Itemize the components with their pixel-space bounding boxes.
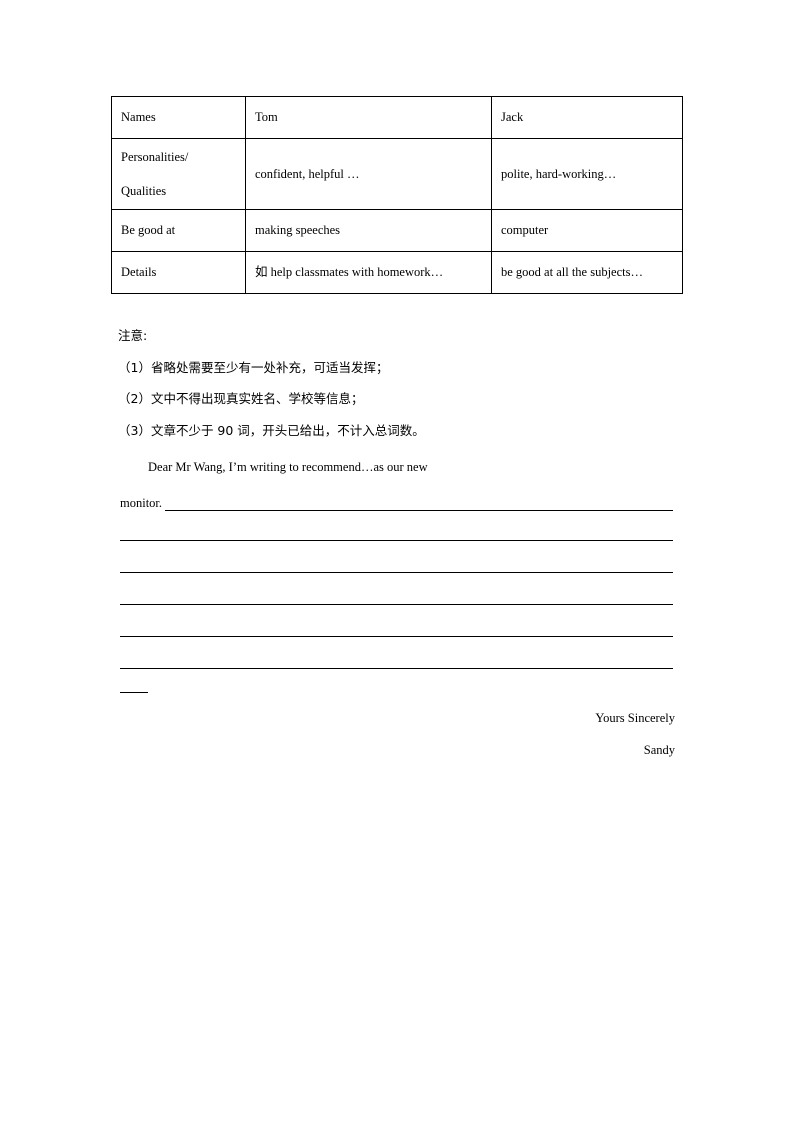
table-cell-tom-details: 如 help classmates with homework…: [245, 251, 492, 294]
writing-line-2: [120, 540, 673, 541]
table-cell-tom-qualities: confident, helpful …: [245, 138, 492, 210]
table-row: Details 如 help classmates with homework……: [111, 251, 683, 294]
table-cell-label-begoodat: Be good at: [111, 209, 246, 252]
label-qualities-line2: Qualities: [121, 183, 167, 198]
table-cell-tom-names: Tom: [245, 96, 492, 139]
table-cell-jack-qualities: polite, hard-working…: [491, 138, 683, 210]
table-cell-jack-begoodat: computer: [491, 209, 683, 252]
table-row: Names Tom Jack: [111, 96, 683, 139]
table-cell-label-qualities: Personalities/ Qualities: [111, 138, 246, 210]
signature-block: Yours Sincerely Sandy: [400, 712, 675, 756]
table-cell-tom-begoodat: making speeches: [245, 209, 492, 252]
table-cell-jack-names: Jack: [491, 96, 683, 139]
student-info-table: Names Tom Jack Personalities/ Qualities …: [111, 96, 683, 294]
table-cell-label-names: Names: [111, 96, 246, 139]
note-item-2: （2）文中不得出现真实姓名、学校等信息；: [118, 391, 364, 406]
writing-line-1: [165, 510, 673, 511]
table-cell-jack-details: be good at all the subjects…: [491, 251, 683, 294]
table-row: Personalities/ Qualities confident, help…: [111, 138, 683, 210]
letter-closing: Yours Sincerely: [595, 711, 675, 725]
letter-signature: Sandy: [643, 742, 675, 757]
letter-opening-line-1: Dear Mr Wang, I’m writing to recommend…a…: [148, 460, 428, 474]
note-item-1: （1）省略处需要至少有一处补充，可适当发挥；: [118, 359, 389, 375]
writing-line-4: [120, 604, 673, 605]
note-item-3: （3）文章不少于 90 词，开头已给出，不计入总词数。: [118, 422, 425, 438]
notes-section: 注意: （1）省略处需要至少有一处补充，可适当发挥； （2）文中不得出现真实姓名…: [118, 328, 638, 438]
writing-line-5: [120, 636, 673, 637]
label-qualities-line1: Personalities/: [121, 149, 189, 164]
writing-line-3: [120, 572, 673, 573]
notes-title: 注意:: [118, 328, 148, 343]
worksheet-page: Names Tom Jack Personalities/ Qualities …: [0, 0, 794, 1123]
writing-line-6: [120, 668, 673, 669]
letter-opening-line-2: monitor.: [120, 496, 163, 510]
table-cell-label-details: Details: [111, 251, 246, 294]
writing-line-stub: [120, 692, 148, 693]
table-row: Be good at making speeches computer: [111, 209, 683, 252]
